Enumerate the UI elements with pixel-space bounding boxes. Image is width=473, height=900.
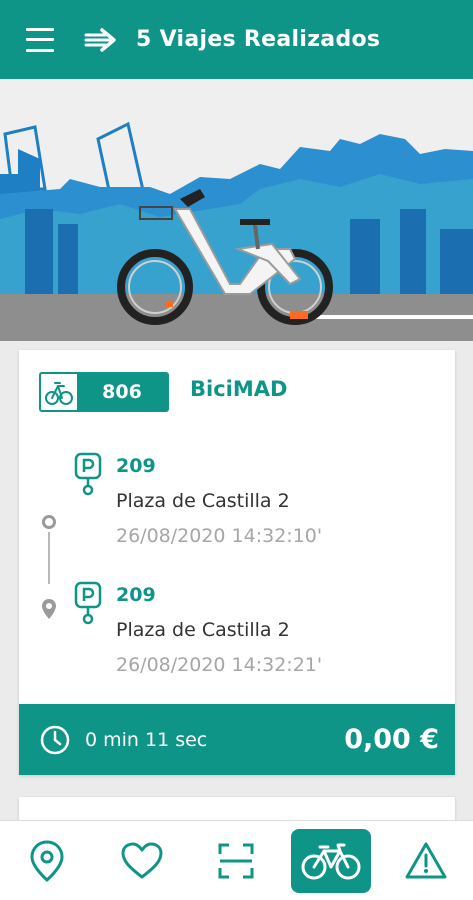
heart-icon xyxy=(121,842,163,878)
hero-illustration xyxy=(0,79,473,341)
destination-stop: 209 Plaza de Castilla 2 26/08/2020 14:32… xyxy=(74,581,444,681)
service-name: BiciMAD xyxy=(190,377,288,401)
page-title: 5 Viajes Realizados xyxy=(136,27,381,52)
destination-datetime: 26/08/2020 14:32:21' xyxy=(116,654,323,676)
nav-favorites[interactable] xyxy=(102,829,182,893)
bike-number: 806 xyxy=(77,374,167,410)
arrow-trips-icon xyxy=(84,27,116,52)
app-header: 5 Viajes Realizados xyxy=(0,0,473,79)
clock-icon xyxy=(40,725,70,754)
destination-pin-icon xyxy=(42,599,56,619)
trip-summary-bar: 0 min 11 sec 0,00 € xyxy=(19,704,455,775)
bottom-navigation xyxy=(0,820,473,900)
destination-station-place: Plaza de Castilla 2 xyxy=(116,619,290,641)
nav-trips[interactable] xyxy=(291,828,372,893)
bike-number-badge: 806 xyxy=(39,372,169,412)
nav-scan[interactable] xyxy=(196,829,276,893)
warning-icon xyxy=(405,842,447,878)
qr-scan-icon xyxy=(218,843,254,878)
origin-datetime: 26/08/2020 14:32:10' xyxy=(116,525,323,547)
origin-station-place: Plaza de Castilla 2 xyxy=(116,490,290,512)
bike-small-icon xyxy=(45,382,73,405)
nav-map[interactable] xyxy=(7,829,87,893)
destination-station-code: 209 xyxy=(116,584,156,606)
parking-station-icon xyxy=(74,581,102,625)
trip-price: 0,00 € xyxy=(344,724,439,755)
bicycle-icon xyxy=(301,843,361,879)
origin-station-code: 209 xyxy=(116,455,156,477)
origin-stop: 209 Plaza de Castilla 2 26/08/2020 14:32… xyxy=(74,452,444,552)
location-pin-icon xyxy=(30,839,64,882)
parking-station-icon xyxy=(74,452,102,496)
hamburger-menu-icon[interactable] xyxy=(26,27,54,52)
trip-card[interactable]: 806 BiciMAD 209 Plaza de Castilla 2 26/0… xyxy=(19,350,455,775)
timeline-line xyxy=(48,532,50,584)
nav-incidents[interactable] xyxy=(386,829,466,893)
trip-duration: 0 min 11 sec xyxy=(85,728,208,751)
timeline-origin-dot xyxy=(42,515,56,529)
